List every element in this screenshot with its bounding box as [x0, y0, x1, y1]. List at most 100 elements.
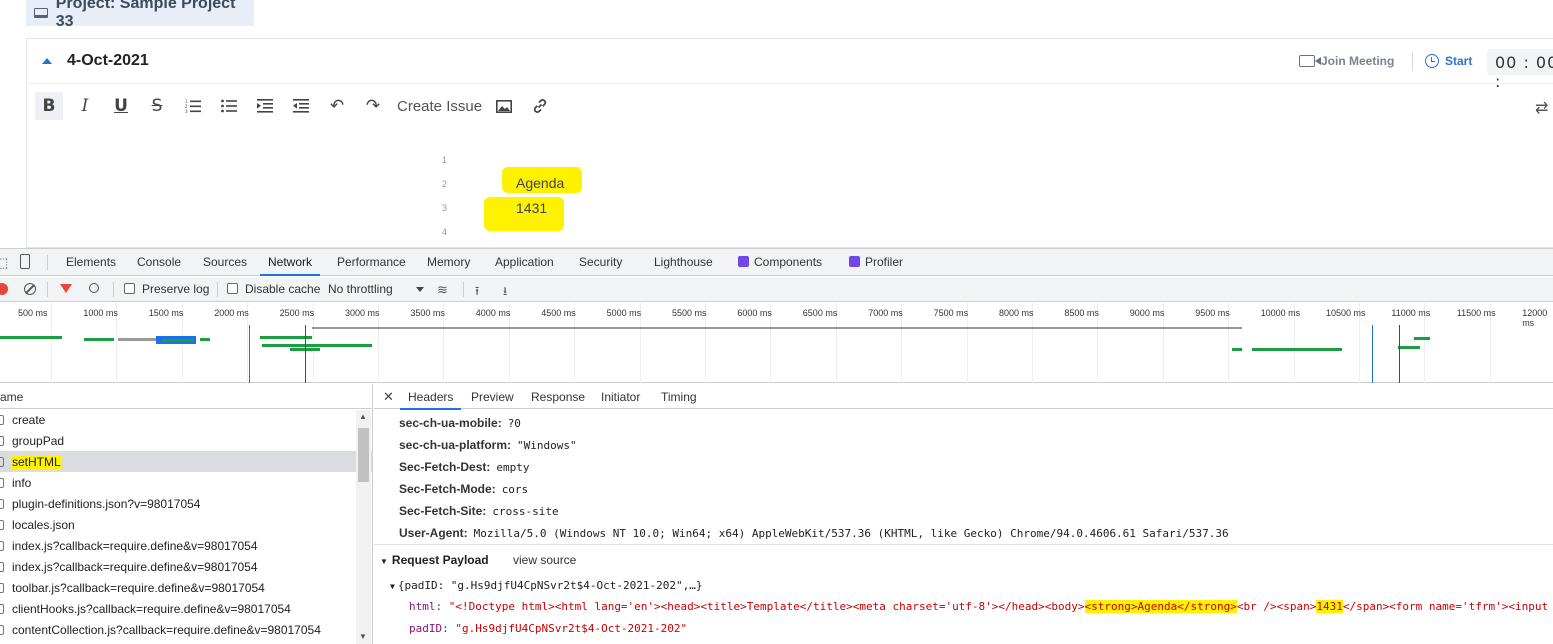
- payload-summary[interactable]: ▼ {padID: "g.Hs9djfU4CpNSvr2t$4-Oct-2021-…: [390, 579, 702, 592]
- record-icon[interactable]: [0, 283, 8, 295]
- load-marker: [305, 325, 306, 383]
- request-header-row: Sec-Fetch-Site: cross-site: [399, 504, 559, 518]
- underline-button[interactable]: U: [107, 92, 135, 120]
- project-title: Project: Sample Project 33: [55, 0, 236, 30]
- editor-line-number[interactable]: 1431: [516, 200, 547, 216]
- meeting-timer: 00 : 00 :: [1487, 49, 1553, 91]
- request-row[interactable]: create: [0, 409, 372, 430]
- tab-preview[interactable]: Preview: [471, 390, 514, 404]
- request-name: toolbar.js?callback=require.define&v=980…: [12, 581, 265, 595]
- tab-elements[interactable]: Elements: [66, 255, 116, 269]
- divider: [47, 282, 48, 297]
- request-row[interactable]: info: [0, 472, 372, 493]
- scroll-thumb[interactable]: [358, 428, 369, 482]
- tab-network[interactable]: Network: [259, 255, 321, 276]
- request-list-scrollbar[interactable]: ▲ ▼: [356, 410, 371, 644]
- tab-initiator[interactable]: Initiator: [601, 390, 640, 404]
- tab-lighthouse[interactable]: Lighthouse: [654, 255, 713, 269]
- request-row[interactable]: index.js?callback=require.define&v=98017…: [0, 535, 372, 556]
- tab-application[interactable]: Application: [495, 255, 554, 269]
- timeline-tick-label: 10000 ms: [1260, 308, 1301, 318]
- request-row[interactable]: plugin-definitions.json?v=98017054: [0, 493, 372, 514]
- disable-cache-label: Disable cache: [245, 282, 321, 296]
- divider: [463, 282, 464, 297]
- request-header-row: sec-ch-ua-mobile: ?0: [399, 416, 521, 430]
- outdent-icon[interactable]: [287, 92, 315, 120]
- scroll-up-icon[interactable]: ▲: [359, 412, 367, 421]
- payload-padid-line[interactable]: padID: "g.Hs9djfU4CpNSvr2t$4-Oct-2021-20…: [409, 622, 687, 635]
- editor-line-agenda[interactable]: Agenda: [516, 175, 564, 191]
- ordered-list-icon[interactable]: 123: [179, 92, 207, 120]
- tab-memory[interactable]: Memory: [427, 255, 470, 269]
- clear-icon[interactable]: [24, 283, 36, 295]
- request-row[interactable]: clientHooks.js?callback=require.define&v…: [0, 598, 372, 619]
- network-conditions-icon[interactable]: ≋: [437, 282, 448, 298]
- laptop-icon: [34, 8, 48, 18]
- timeline-tick-label: 2500 ms: [279, 308, 315, 318]
- request-bar: [1252, 348, 1342, 351]
- italic-button[interactable]: I: [71, 92, 99, 120]
- join-meeting-button[interactable]: Join Meeting: [1299, 54, 1394, 68]
- scroll-down-icon[interactable]: ▼: [359, 632, 367, 641]
- tab-security[interactable]: Security: [579, 255, 622, 269]
- request-row[interactable]: groupPad: [0, 430, 372, 451]
- tab-performance[interactable]: Performance: [337, 255, 406, 269]
- request-row[interactable]: setHTML: [0, 451, 372, 472]
- search-icon[interactable]: [89, 283, 99, 293]
- payload-html-line[interactable]: html: "<!Doctype html><html lang='en'><h…: [409, 600, 1553, 613]
- tab-headers[interactable]: Headers: [399, 390, 462, 410]
- timeline-tick-label: 1000 ms: [83, 308, 118, 318]
- import-har-icon[interactable]: ⭱: [475, 282, 479, 303]
- redo-icon[interactable]: ↷: [359, 92, 387, 120]
- request-row[interactable]: locales.json: [0, 514, 372, 535]
- tab-profiler[interactable]: Profiler: [849, 255, 903, 269]
- request-type-icon: [0, 604, 4, 614]
- tab-console[interactable]: Console: [137, 255, 181, 269]
- request-bar: [84, 338, 114, 341]
- devtools-panel: ⬚ Elements Console Sources Network Perfo…: [0, 248, 1553, 644]
- preserve-log-label: Preserve log: [142, 282, 210, 296]
- export-har-icon[interactable]: ⭳: [503, 282, 507, 303]
- indent-icon[interactable]: [251, 92, 279, 120]
- chevron-down-icon[interactable]: [416, 287, 424, 292]
- request-bar: [312, 327, 1242, 329]
- timeline-tick-label: 3500 ms: [410, 308, 445, 318]
- network-overview-timeline[interactable]: 500 ms 1000 ms 1500 ms 2000 ms 2500 ms 3000 m…: [0, 303, 1553, 383]
- device-toggle-icon[interactable]: [20, 254, 30, 269]
- bullet-list-icon[interactable]: [215, 92, 243, 120]
- request-bar: [262, 344, 372, 347]
- tab-response[interactable]: Response: [531, 390, 585, 404]
- view-source-link[interactable]: view source: [513, 553, 576, 567]
- create-issue-button[interactable]: Create Issue: [397, 98, 482, 115]
- start-button[interactable]: Start: [1425, 54, 1472, 68]
- collapse-caret-icon[interactable]: [42, 58, 52, 64]
- disable-cache-checkbox[interactable]: [227, 283, 238, 294]
- payload-divider: [374, 544, 1553, 545]
- link-icon[interactable]: [526, 92, 554, 120]
- bold-button[interactable]: B: [35, 92, 63, 120]
- filter-icon[interactable]: [60, 284, 72, 293]
- request-payload-title[interactable]: Request Payload: [380, 553, 489, 567]
- timeline-tick-label: 4000 ms: [475, 308, 511, 318]
- throttling-select[interactable]: No throttling: [328, 282, 393, 296]
- timeline-tick-label: 8500 ms: [1064, 308, 1099, 318]
- request-bar: [1398, 346, 1420, 349]
- preserve-log-checkbox[interactable]: [124, 283, 135, 294]
- timeline-tick-label: 11500 ms: [1456, 308, 1496, 318]
- tab-sources[interactable]: Sources: [203, 255, 247, 269]
- timeline-tick-label: 1500 ms: [148, 308, 184, 318]
- image-icon[interactable]: [490, 92, 518, 120]
- request-row[interactable]: contentCollection.js?callback=require.de…: [0, 619, 372, 640]
- request-row[interactable]: index.js?callback=require.define&v=98017…: [0, 556, 372, 577]
- tab-components[interactable]: Components: [738, 255, 822, 269]
- inspect-cursor-icon[interactable]: ⬚: [0, 255, 8, 271]
- request-type-icon: [0, 520, 4, 530]
- tab-timing[interactable]: Timing: [661, 390, 697, 404]
- undo-icon[interactable]: ↶: [323, 92, 351, 120]
- close-icon[interactable]: ✕: [383, 389, 394, 405]
- swap-arrows-icon[interactable]: ⇄: [1535, 98, 1548, 118]
- name-column-header[interactable]: ame: [0, 384, 372, 409]
- strikethrough-button[interactable]: S: [143, 92, 171, 120]
- project-title-chip[interactable]: Project: Sample Project 33: [26, 0, 254, 30]
- request-row[interactable]: toolbar.js?callback=require.define&v=980…: [0, 577, 372, 598]
